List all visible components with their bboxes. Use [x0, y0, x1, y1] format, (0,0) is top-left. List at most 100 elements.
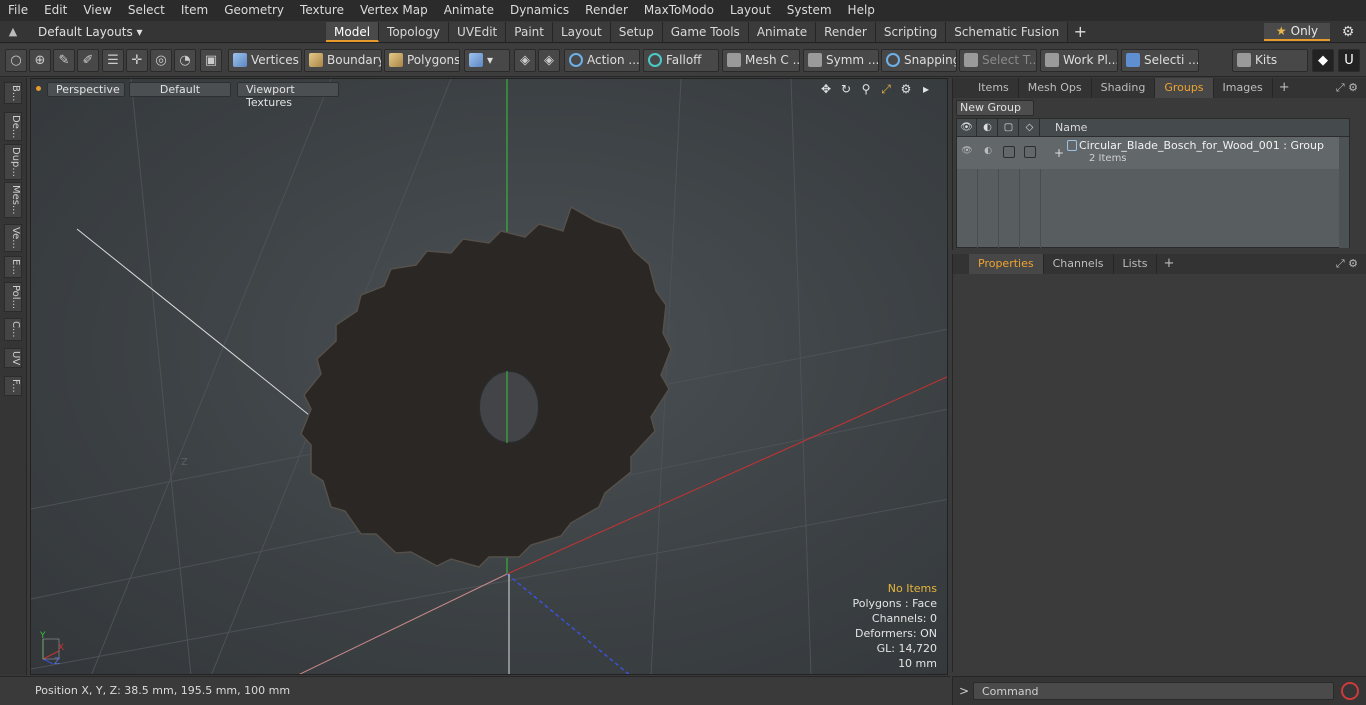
record-macro-icon[interactable] — [1341, 682, 1359, 700]
gear-icon[interactable]: ⚙ — [1340, 24, 1356, 40]
perspective-button[interactable]: Perspective — [47, 82, 125, 97]
tab-layout[interactable]: Layout — [552, 22, 611, 42]
add-properties-tab-icon[interactable]: + — [1157, 254, 1180, 274]
tab-properties[interactable]: Properties — [969, 254, 1044, 274]
pan-icon[interactable]: ✥ — [819, 82, 833, 96]
rotate-icon[interactable]: ◔ — [174, 49, 196, 72]
unreal-icon[interactable]: U — [1338, 49, 1360, 72]
tab-images[interactable]: Images — [1214, 78, 1273, 98]
tab-animate[interactable]: Animate — [748, 22, 817, 42]
tab-items[interactable]: Items — [969, 78, 1019, 98]
menu-vertex-map[interactable]: Vertex Map — [352, 0, 436, 21]
menu-geometry[interactable]: Geometry — [216, 0, 292, 21]
boundary-button[interactable]: Boundary — [304, 49, 382, 72]
pen-icon[interactable]: ✎ — [53, 49, 75, 72]
select-through-button[interactable]: Select T... — [959, 49, 1037, 72]
tab-lists[interactable]: Lists — [1114, 254, 1158, 274]
symmetry-button[interactable]: Symm ... — [803, 49, 879, 72]
tab-topology[interactable]: Topology — [379, 22, 450, 42]
tab-model[interactable]: Model — [326, 22, 380, 42]
left-tab-duplicate[interactable]: Dup... — [4, 144, 22, 180]
left-tab-mesh-edit[interactable]: Mes... — [4, 182, 22, 218]
menu-help[interactable]: Help — [840, 0, 883, 21]
left-tab-polygon[interactable]: Pol... — [4, 282, 22, 313]
transform-icon[interactable]: ◎ — [150, 49, 172, 72]
menu-animate[interactable]: Animate — [436, 0, 502, 21]
menu-layout[interactable]: Layout — [722, 0, 779, 21]
tab-schematic-fusion[interactable]: Schematic Fusion — [946, 22, 1069, 42]
visibility-header-icon[interactable]: 👁 — [957, 119, 977, 137]
unity-icon[interactable]: ◆ — [1312, 49, 1334, 72]
symmetry-shield-icon[interactable]: ◈ — [514, 49, 536, 72]
item-mode-icon[interactable]: ▣ — [200, 49, 222, 72]
expand-group-icon[interactable]: + — [1054, 146, 1064, 160]
group-row[interactable]: 👁 ◐ + Circular_Blade_Bosch_for_Wood_001 … — [957, 137, 1349, 169]
layout-select[interactable]: Default Layouts ▾ — [32, 23, 149, 41]
shield-icon[interactable]: ◈ — [538, 49, 560, 72]
work-plane-button[interactable]: Work Pl... — [1040, 49, 1118, 72]
add-tab-icon[interactable]: + — [1068, 22, 1092, 42]
tab-uvedit[interactable]: UVEdit — [449, 22, 507, 42]
menu-item[interactable]: Item — [173, 0, 216, 21]
left-tab-deform[interactable]: De... — [4, 112, 22, 142]
align-icon[interactable]: ☰ — [102, 49, 124, 72]
only-button[interactable]: ★ Only — [1264, 23, 1330, 41]
menu-system[interactable]: System — [779, 0, 840, 21]
left-tab-basic[interactable]: B... — [4, 82, 22, 105]
falloff-button[interactable]: Falloff — [643, 49, 719, 72]
select-header-icon[interactable]: ◇ — [1020, 119, 1040, 137]
row-lock-checkbox[interactable] — [1003, 146, 1015, 158]
selection-sets-button[interactable]: Selecti ... — [1121, 49, 1199, 72]
tab-setup[interactable]: Setup — [610, 22, 663, 42]
tab-mesh-ops[interactable]: Mesh Ops — [1019, 78, 1092, 98]
lock-header-icon[interactable]: ▢ — [999, 119, 1019, 137]
tab-scripting[interactable]: Scripting — [875, 22, 947, 42]
new-group-button[interactable]: New Group — [956, 100, 1034, 116]
polygons-button[interactable]: Polygons — [384, 49, 460, 72]
add-panel-tab-icon[interactable]: + — [1273, 78, 1296, 98]
shading-button[interactable]: Default — [129, 82, 231, 97]
brush-icon[interactable]: ✐ — [77, 49, 99, 72]
tab-groups[interactable]: Groups — [1155, 78, 1214, 98]
left-tab-vertex[interactable]: Ve... — [4, 224, 22, 252]
row-select-checkbox[interactable] — [1024, 146, 1036, 158]
row-render-icon[interactable]: ◐ — [982, 146, 994, 158]
menu-render[interactable]: Render — [577, 0, 636, 21]
menu-texture[interactable]: Texture — [292, 0, 352, 21]
tab-paint[interactable]: Paint — [506, 22, 553, 42]
layout-home-icon[interactable]: ▲ — [6, 25, 20, 39]
menu-select[interactable]: Select — [120, 0, 173, 21]
action-center-button[interactable]: Action ... — [564, 49, 640, 72]
viewport-textures-button[interactable]: Viewport Textures — [237, 82, 339, 109]
left-tab-curve[interactable]: C... — [4, 318, 22, 341]
tab-channels[interactable]: Channels — [1044, 254, 1114, 274]
viewport-expand-icon[interactable]: ▸ — [919, 82, 933, 96]
3d-viewport[interactable]: Perspective Default Viewport Textures ✥ … — [30, 78, 948, 675]
menu-file[interactable]: File — [0, 0, 36, 21]
mesh-constraints-button[interactable]: Mesh C ... — [722, 49, 800, 72]
left-tab-uv[interactable]: UV — [4, 348, 22, 369]
move-icon[interactable]: ✛ — [126, 49, 148, 72]
kits-button[interactable]: Kits — [1232, 49, 1308, 72]
render-header-icon[interactable]: ◐ — [978, 119, 998, 137]
material-mode-button[interactable]: ▾ — [464, 49, 510, 72]
command-input[interactable] — [973, 682, 1334, 700]
menu-view[interactable]: View — [75, 0, 119, 21]
left-tab-edge[interactable]: E... — [4, 256, 22, 278]
tab-render[interactable]: Render — [816, 22, 876, 42]
vertices-button[interactable]: Vertices — [228, 49, 302, 72]
tab-shading[interactable]: Shading — [1092, 78, 1156, 98]
viewport-settings-icon[interactable]: ⚙ — [899, 82, 913, 96]
zoom-icon[interactable]: ⚲ — [859, 82, 873, 96]
left-tab-fusion[interactable]: F... — [4, 376, 22, 396]
maximize-icon[interactable]: ⤢ — [879, 82, 893, 96]
menu-edit[interactable]: Edit — [36, 0, 75, 21]
groups-scrollbar[interactable] — [1339, 137, 1349, 248]
tab-game-tools[interactable]: Game Tools — [662, 22, 749, 42]
properties-expand-gear-icon[interactable]: ⤢ ⚙ — [1336, 257, 1358, 271]
panel-expand-gear-icon[interactable]: ⤢ ⚙ — [1336, 81, 1358, 95]
row-visibility-icon[interactable]: 👁 — [961, 146, 973, 158]
snapping-button[interactable]: Snapping — [881, 49, 957, 72]
viewport-menu-dot[interactable] — [36, 86, 41, 91]
menu-dynamics[interactable]: Dynamics — [502, 0, 577, 21]
